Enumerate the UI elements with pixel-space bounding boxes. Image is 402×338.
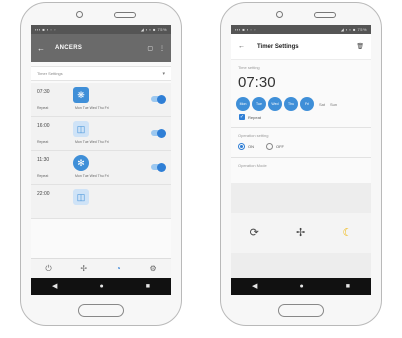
app-header: ← Timer Settings 🗑	[231, 34, 371, 60]
mode-area: ⟳ ✢ ☾	[231, 183, 371, 278]
timer-icon[interactable]: ◔	[116, 264, 121, 273]
nav-back-icon[interactable]: ◀	[252, 283, 257, 290]
more-icon[interactable]: ⋮	[159, 45, 165, 52]
status-left: ▪▪▪ ■ ▪ ▫ ▫	[35, 27, 56, 32]
radio-off[interactable]	[266, 143, 273, 150]
chevron-down-icon[interactable]: ▾	[162, 71, 165, 77]
nav-recent-icon[interactable]: ■	[146, 283, 150, 290]
timer-toggle[interactable]	[151, 162, 166, 172]
filter-label: Timer Settings	[37, 71, 63, 76]
day-thu-button[interactable]: Thu	[284, 97, 298, 111]
stage: ▪▪▪ ■ ▪ ▫ ▫ ◢ ▪ ▪ ■ 75% ← ANCERS ▢ ⋮ Tim…	[0, 0, 402, 338]
status-right: ◢ ▪ ▪ ■ 75%	[140, 27, 167, 32]
checkbox-checked-icon[interactable]: ✓	[239, 114, 245, 120]
status-bar: ▪▪▪ ■ ▪ ▫ ▫ ◢ ▪ ▪ ■ 75%	[231, 25, 371, 34]
status-left: ▪▪▪ ■ ▪ ▫ ▫	[235, 27, 256, 32]
timer-toggle[interactable]	[151, 94, 166, 104]
day-fri-button[interactable]: Fri	[300, 97, 314, 111]
status-bar: ▪▪▪ ■ ▪ ▫ ▫ ◢ ▪ ▪ ■ 75%	[31, 25, 171, 34]
back-arrow-icon[interactable]: ←	[238, 43, 245, 50]
app-header: ← ANCERS ▢ ⋮	[31, 34, 171, 62]
day-tue-button[interactable]: Tue	[252, 97, 266, 111]
timer-row[interactable]: 22:00 ◫	[31, 185, 171, 219]
day-sat-button[interactable]: Sat	[319, 102, 325, 107]
auto-mode-icon[interactable]: ⟳	[250, 227, 259, 239]
snowflake-icon: ✻	[73, 155, 89, 171]
timer-repeat-label: Repeat	[37, 174, 49, 178]
home-button[interactable]	[78, 304, 124, 317]
operation-radio-group: ON OFF	[231, 138, 371, 150]
auto-mode-icon: ◫	[73, 189, 89, 205]
fan-icon[interactable]: ✢	[80, 264, 87, 273]
timer-time: 16:00	[37, 123, 50, 129]
fan-icon[interactable]: ✢	[296, 227, 305, 239]
timer-days: Mon Tue Wed Thu Fri	[75, 174, 109, 178]
page-title: Timer Settings	[257, 43, 299, 50]
phone-left: ▪▪▪ ■ ▪ ▫ ▫ ◢ ▪ ▪ ■ 75% ← ANCERS ▢ ⋮ Tim…	[20, 2, 182, 326]
speaker	[314, 12, 336, 18]
page-title: ANCERS	[55, 45, 83, 51]
timer-row[interactable]: 16:00 ◫ Repeat Mon Tue Wed Thu Fri	[31, 117, 171, 151]
timer-time: 11:30	[37, 157, 50, 163]
day-selector: Mon Tue Wed Thu Fri Sat Sun	[231, 91, 371, 111]
timer-days: Mon Tue Wed Thu Fri	[75, 140, 109, 144]
repeat-label: Repeat	[248, 114, 261, 120]
day-mon-button[interactable]: Mon	[236, 97, 250, 111]
time-setting-label: Time setting	[238, 65, 260, 70]
radio-on-label: ON	[248, 144, 254, 149]
timer-days: Mon Tue Wed Thu Fri	[75, 106, 109, 110]
screen-timer-settings: ▪▪▪ ■ ▪ ▫ ▫ ◢ ▪ ▪ ■ 75% ← Timer Settings…	[231, 25, 371, 295]
nav-back-icon[interactable]: ◀	[52, 283, 57, 290]
time-value[interactable]: 07:30	[231, 70, 371, 91]
day-wed-button[interactable]: Wed	[268, 97, 282, 111]
bottom-tab-bar: ⏻ ✢ ◔ ⚙	[31, 258, 171, 278]
system-nav-bar: ◀ ● ■	[231, 278, 371, 295]
timer-repeat-label: Repeat	[37, 106, 49, 110]
fan-mode-icon: ❋	[73, 87, 89, 103]
timer-time: 07:30	[37, 89, 50, 95]
status-right: ◢ ▪ ▪ ■ 75%	[340, 27, 367, 32]
repeat-checkbox-row[interactable]: ✓ Repeat	[231, 111, 371, 120]
copy-icon[interactable]: ▢	[147, 45, 153, 52]
day-sun-button[interactable]: Sun	[330, 102, 337, 107]
filter-bar[interactable]: Timer Settings ▾	[31, 66, 171, 81]
operation-mode-label: Operation Mode	[238, 163, 267, 168]
operation-setting-label: Operation setting	[238, 133, 269, 138]
timer-time: 22:00	[37, 191, 50, 197]
radio-off-label: OFF	[276, 144, 284, 149]
mode-selector: ⟳ ✢ ☾	[231, 213, 371, 253]
power-icon[interactable]: ⏻	[45, 264, 51, 273]
screen-timer-list: ▪▪▪ ■ ▪ ▫ ▫ ◢ ▪ ▪ ■ 75% ← ANCERS ▢ ⋮ Tim…	[31, 25, 171, 295]
sleep-mode-icon[interactable]: ☾	[342, 227, 352, 239]
home-button[interactable]	[278, 304, 324, 317]
phone-right: ▪▪▪ ■ ▪ ▫ ▫ ◢ ▪ ▪ ■ 75% ← Timer Settings…	[220, 2, 382, 326]
speaker	[114, 12, 136, 18]
auto-mode-icon: ◫	[73, 121, 89, 137]
timer-row[interactable]: 11:30 ✻ Repeat Mon Tue Wed Thu Fri	[31, 151, 171, 185]
system-nav-bar: ◀ ● ■	[31, 278, 171, 295]
camera	[276, 11, 283, 18]
nav-recent-icon[interactable]: ■	[346, 283, 350, 290]
back-arrow-icon[interactable]: ←	[37, 44, 45, 53]
nav-home-icon[interactable]: ●	[299, 283, 303, 290]
timer-row[interactable]: 07:30 ❋ Repeat Mon Tue Wed Thu Fri	[31, 83, 171, 117]
trash-icon[interactable]: 🗑	[356, 43, 364, 50]
radio-on[interactable]	[238, 143, 245, 150]
timer-list: 07:30 ❋ Repeat Mon Tue Wed Thu Fri 16:00…	[31, 83, 171, 219]
settings-icon[interactable]: ⚙	[149, 264, 156, 273]
camera	[76, 11, 83, 18]
timer-toggle[interactable]	[151, 128, 166, 138]
timer-repeat-label: Repeat	[37, 140, 49, 144]
nav-home-icon[interactable]: ●	[99, 283, 103, 290]
